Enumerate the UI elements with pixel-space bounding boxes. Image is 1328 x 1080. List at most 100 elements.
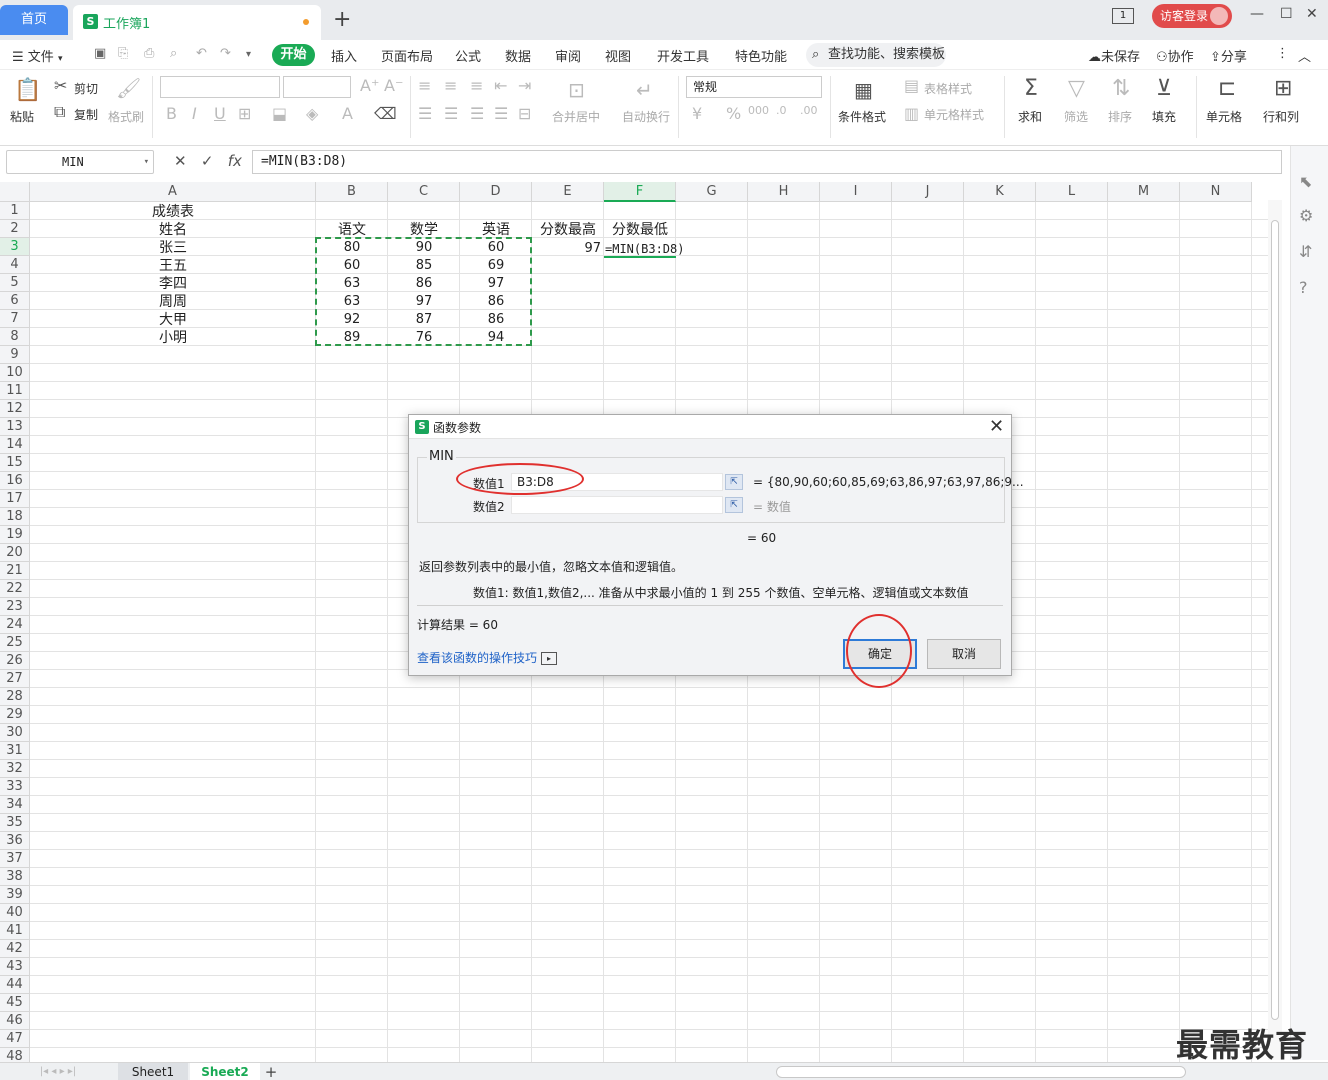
row-header-22[interactable]: 22: [0, 580, 30, 598]
share-button[interactable]: ⇪分享: [1210, 46, 1247, 65]
fill-button[interactable]: 填充: [1152, 108, 1176, 125]
cell-button[interactable]: 单元格: [1206, 108, 1242, 125]
sheet-tab-sheet1[interactable]: Sheet1: [118, 1063, 188, 1080]
horizontal-scrollbar[interactable]: [776, 1066, 1186, 1078]
minimize-icon[interactable]: —: [1250, 6, 1264, 22]
bold-icon[interactable]: B: [166, 104, 177, 123]
cell-e3-max[interactable]: 97: [532, 240, 604, 258]
search-input[interactable]: ⌕ 查找功能、搜索模板: [806, 43, 946, 67]
dialog-title-bar[interactable]: S 函数参数 ✕: [409, 415, 1011, 439]
filter-button[interactable]: 筛选: [1064, 108, 1088, 125]
align-bottom-icon[interactable]: ≡: [470, 76, 483, 95]
row-header-11[interactable]: 11: [0, 382, 30, 400]
sort-icon[interactable]: ⇅: [1112, 76, 1130, 101]
column-header-c[interactable]: C: [388, 182, 460, 202]
row-header-38[interactable]: 38: [0, 868, 30, 886]
function-tips-link[interactable]: 查看该函数的操作技巧 ▸: [417, 649, 558, 666]
currency-icon[interactable]: ¥: [692, 104, 702, 123]
thousands-icon[interactable]: 000: [748, 104, 769, 117]
cell-icon[interactable]: ⊏: [1218, 76, 1236, 101]
row-header-35[interactable]: 35: [0, 814, 30, 832]
row-header-7[interactable]: 7: [0, 310, 30, 328]
column-header-i[interactable]: I: [820, 182, 892, 202]
arg2-input[interactable]: [511, 496, 723, 514]
menu-file[interactable]: ☰ 文件 ▾: [12, 46, 62, 65]
row-header-27[interactable]: 27: [0, 670, 30, 688]
clear-eraser-icon[interactable]: ⌫: [374, 104, 397, 123]
sheet-nav-arrows-icon[interactable]: |◂ ◂ ▸ ▸|: [8, 1063, 108, 1080]
close-icon[interactable]: ✕: [989, 416, 1004, 437]
merge-center-icon[interactable]: ⊡: [568, 78, 585, 102]
menu-data[interactable]: 数据: [505, 46, 531, 65]
cancel-button[interactable]: 取消: [927, 639, 1001, 669]
more-icon[interactable]: ⋮: [1276, 46, 1289, 61]
font-family-select[interactable]: [160, 76, 280, 98]
column-header-g[interactable]: G: [676, 182, 748, 202]
confirm-formula-icon[interactable]: ✓: [201, 152, 214, 170]
copy-button[interactable]: 复制: [74, 106, 98, 123]
vertical-scrollbar[interactable]: [1268, 200, 1282, 1060]
underline-icon[interactable]: U: [214, 104, 226, 123]
formula-input[interactable]: =MIN(B3:D8): [252, 150, 1282, 174]
row-header-4[interactable]: 4: [0, 256, 30, 274]
indent-increase-icon[interactable]: ⇥: [518, 76, 531, 95]
cell-a4[interactable]: 王五: [30, 257, 316, 275]
font-size-select[interactable]: [283, 76, 351, 98]
row-column-button[interactable]: 行和列: [1263, 108, 1299, 125]
tab-home[interactable]: 首页: [0, 5, 68, 35]
row-header-34[interactable]: 34: [0, 796, 30, 814]
merge-center-button[interactable]: 合并居中: [552, 108, 600, 125]
column-header-a[interactable]: A: [30, 182, 316, 202]
number-format-select[interactable]: 常规: [686, 76, 822, 98]
row-header-43[interactable]: 43: [0, 958, 30, 976]
paste-button[interactable]: 粘贴: [10, 108, 34, 125]
format-painter-button[interactable]: 格式刷: [108, 108, 144, 125]
cell-style-button[interactable]: 单元格样式: [924, 106, 984, 123]
save-icon[interactable]: ▣: [94, 46, 106, 61]
row-header-8[interactable]: 8: [0, 328, 30, 346]
column-header-h[interactable]: H: [748, 182, 820, 202]
menu-start[interactable]: 开始: [272, 44, 315, 66]
row-header-24[interactable]: 24: [0, 616, 30, 634]
table-style-button[interactable]: 表格样式: [924, 80, 972, 97]
align-right-icon[interactable]: ☰: [470, 104, 484, 123]
menu-view[interactable]: 视图: [605, 46, 631, 65]
cell-a1-title[interactable]: 成绩表: [30, 203, 316, 221]
add-sheet-button[interactable]: +: [262, 1063, 280, 1080]
row-header-14[interactable]: 14: [0, 436, 30, 454]
row-header-41[interactable]: 41: [0, 922, 30, 940]
new-tab-button[interactable]: +: [333, 8, 351, 32]
filter-icon[interactable]: ▽: [1068, 76, 1085, 101]
row-header-20[interactable]: 20: [0, 544, 30, 562]
row-column-icon[interactable]: ⊞: [1274, 76, 1292, 101]
fill-color-icon[interactable]: ⬓: [272, 104, 287, 123]
row-header-9[interactable]: 9: [0, 346, 30, 364]
increase-decimal-icon[interactable]: .0: [776, 104, 787, 117]
highlight-icon[interactable]: ◈: [306, 104, 318, 123]
undo-icon[interactable]: ↶: [196, 46, 207, 61]
name-box[interactable]: MIN ▾: [6, 150, 154, 174]
row-header-44[interactable]: 44: [0, 976, 30, 994]
insert-function-icon[interactable]: fx: [228, 152, 242, 170]
menu-formulas[interactable]: 公式: [455, 46, 481, 65]
collapse-dialog-ref-icon[interactable]: ⇱: [725, 497, 743, 513]
row-header-46[interactable]: 46: [0, 1012, 30, 1030]
align-middle-icon[interactable]: ≡: [444, 76, 457, 95]
row-header-5[interactable]: 5: [0, 274, 30, 292]
increase-font-icon[interactable]: A⁺: [360, 76, 379, 95]
print-preview-icon[interactable]: ⌕: [170, 46, 177, 61]
column-header-j[interactable]: J: [892, 182, 964, 202]
unsaved-button[interactable]: ☁未保存: [1088, 46, 1140, 65]
row-header-1[interactable]: 1: [0, 202, 30, 220]
menu-review[interactable]: 审阅: [555, 46, 581, 65]
column-header-m[interactable]: M: [1108, 182, 1180, 202]
cell-f3-editing[interactable]: =MIN(B3:D8): [605, 240, 684, 258]
vertical-scrollbar-thumb[interactable]: [1271, 220, 1279, 1020]
column-header-k[interactable]: K: [964, 182, 1036, 202]
menu-insert[interactable]: 插入: [331, 46, 357, 65]
wrap-text-icon[interactable]: ↵: [636, 78, 653, 102]
cell-a2-header-name[interactable]: 姓名: [30, 221, 316, 239]
row-header-21[interactable]: 21: [0, 562, 30, 580]
row-header-19[interactable]: 19: [0, 526, 30, 544]
cell-a6[interactable]: 周周: [30, 293, 316, 311]
